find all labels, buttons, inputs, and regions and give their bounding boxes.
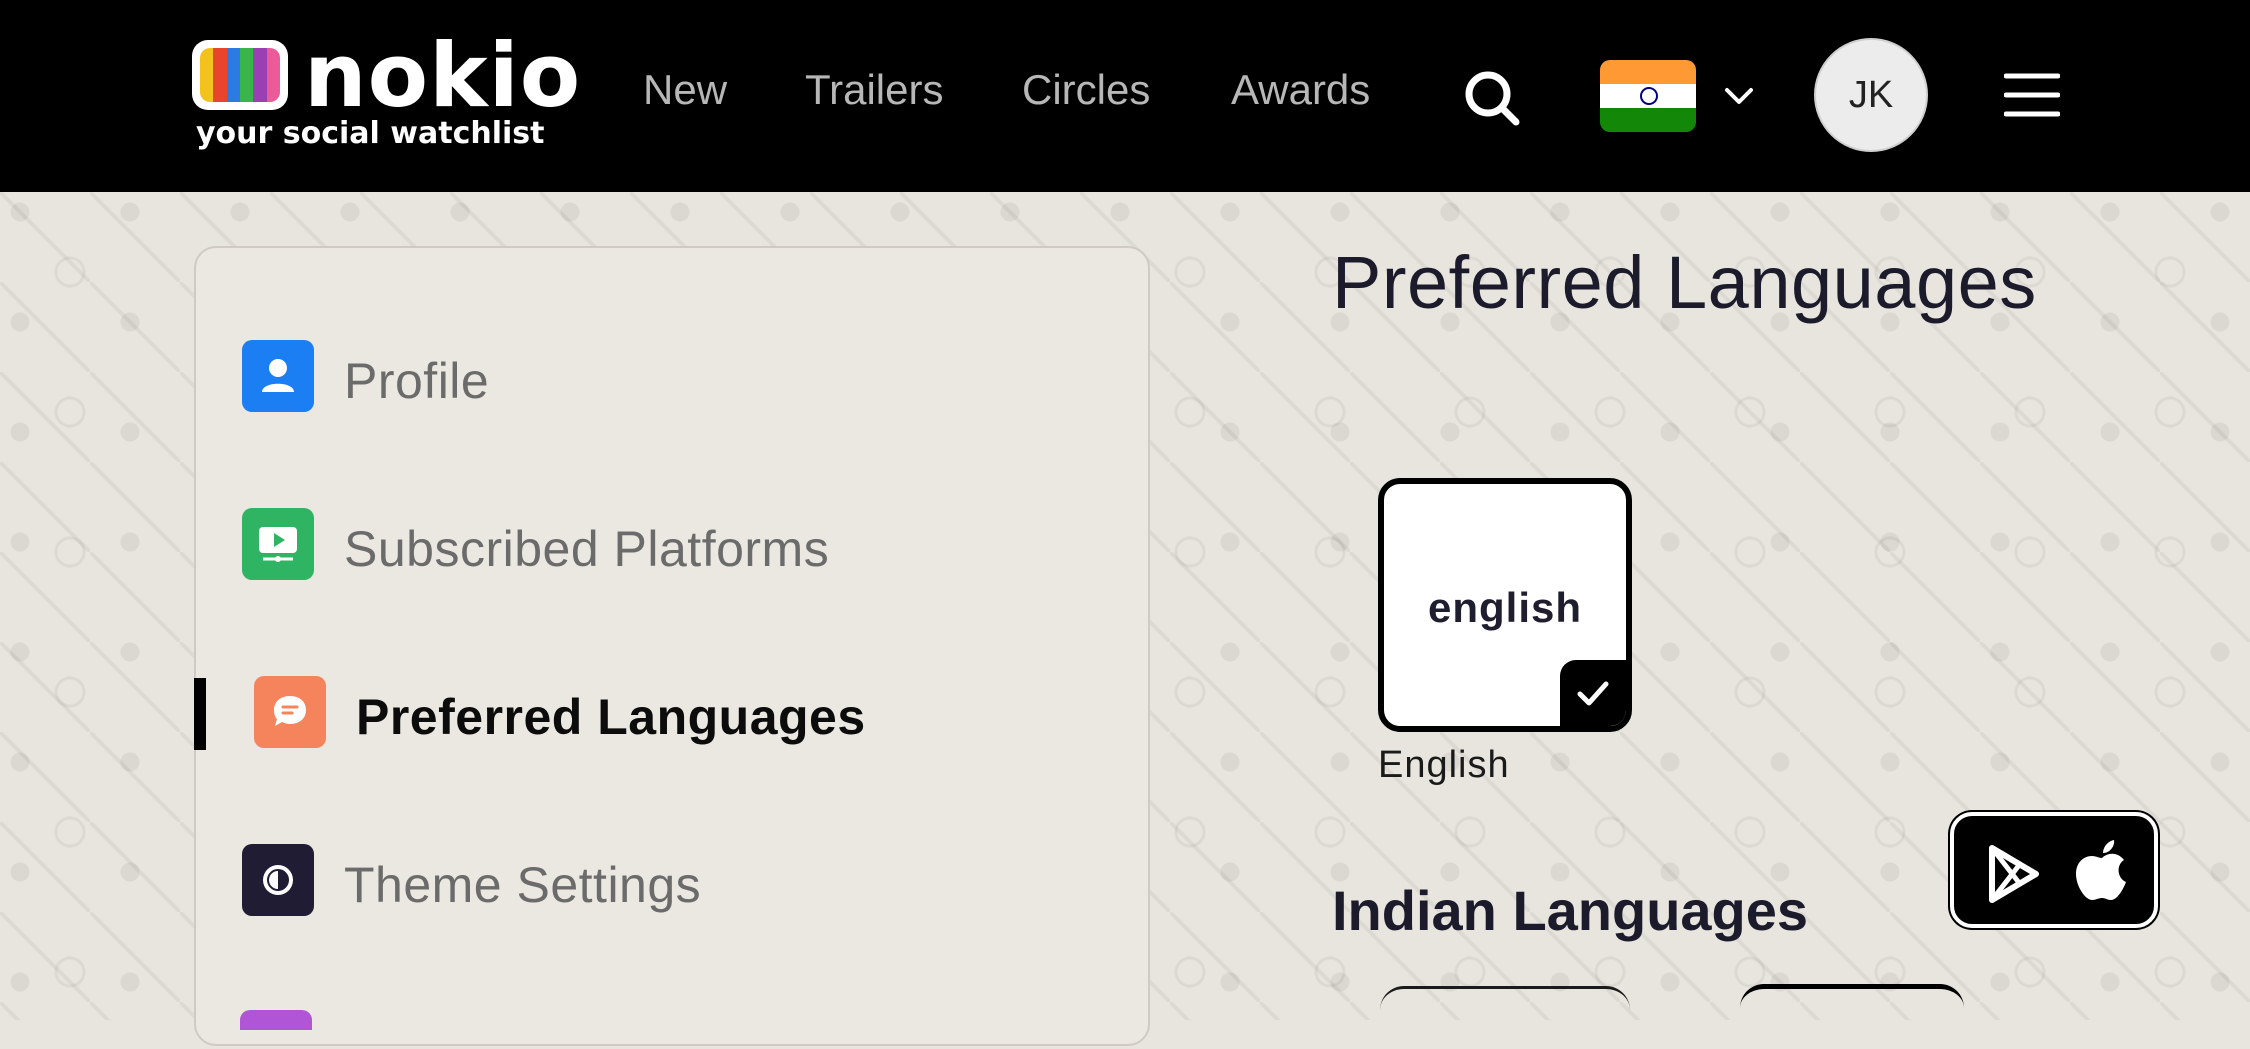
page-title: Preferred Languages [1332, 241, 2037, 324]
app-download-badge[interactable] [1950, 812, 2158, 928]
tv-logo-icon [192, 40, 288, 110]
checkmark-icon [1560, 660, 1626, 726]
language-card-peek[interactable] [1380, 986, 1630, 1049]
nav-awards[interactable]: Awards [1231, 66, 1370, 114]
sidebar-item-label: Profile [344, 353, 490, 409]
logo-tagline: your social watchlist [196, 116, 545, 151]
sidebar-item-subscribed-platforms[interactable]: Subscribed Platforms [196, 482, 1146, 582]
nav-circles[interactable]: Circles [1022, 66, 1150, 114]
user-icon [242, 340, 314, 412]
sidebar-item-label: Preferred Languages [356, 689, 866, 745]
india-flag-icon[interactable] [1600, 60, 1696, 132]
apple-icon[interactable] [2070, 838, 2134, 906]
nav-new[interactable]: New [643, 66, 727, 114]
active-indicator [194, 678, 206, 750]
hamburger-menu-icon[interactable] [2004, 72, 2060, 118]
top-navigation-bar: nokio your social watchlist New Trailers… [0, 0, 2250, 192]
logo-wordmark: nokio [304, 24, 582, 127]
nokio-logo[interactable]: nokio your social watchlist [192, 24, 580, 156]
sidebar-item-preferred-languages[interactable]: Preferred Languages [194, 650, 1146, 750]
tv-play-icon [242, 508, 314, 580]
language-card-peek[interactable] [1740, 984, 1964, 1049]
settings-sidebar: Profile Subscribed Platforms Preferred L… [194, 246, 1150, 1046]
sidebar-item-profile[interactable]: Profile [196, 314, 1146, 414]
google-play-icon[interactable] [1982, 842, 2046, 906]
chat-bubble-icon [254, 676, 326, 748]
sidebar-item-label: Theme Settings [344, 857, 702, 913]
user-avatar[interactable]: JK [1814, 38, 1928, 152]
language-caption: English [1378, 744, 1510, 786]
chevron-down-icon[interactable] [1722, 84, 1756, 108]
language-card-english[interactable]: english [1378, 478, 1632, 732]
sidebar-item-label: Subscribed Platforms [344, 521, 830, 577]
nav-trailers[interactable]: Trailers [805, 66, 943, 114]
sidebar-item-theme-settings[interactable]: Theme Settings [196, 818, 1146, 918]
language-card-text: english [1427, 584, 1583, 631]
search-icon[interactable] [1462, 68, 1522, 128]
section-title-indian-languages: Indian Languages [1332, 879, 1809, 942]
sidebar-next-item-icon [240, 1010, 312, 1030]
theme-contrast-icon [242, 844, 314, 916]
